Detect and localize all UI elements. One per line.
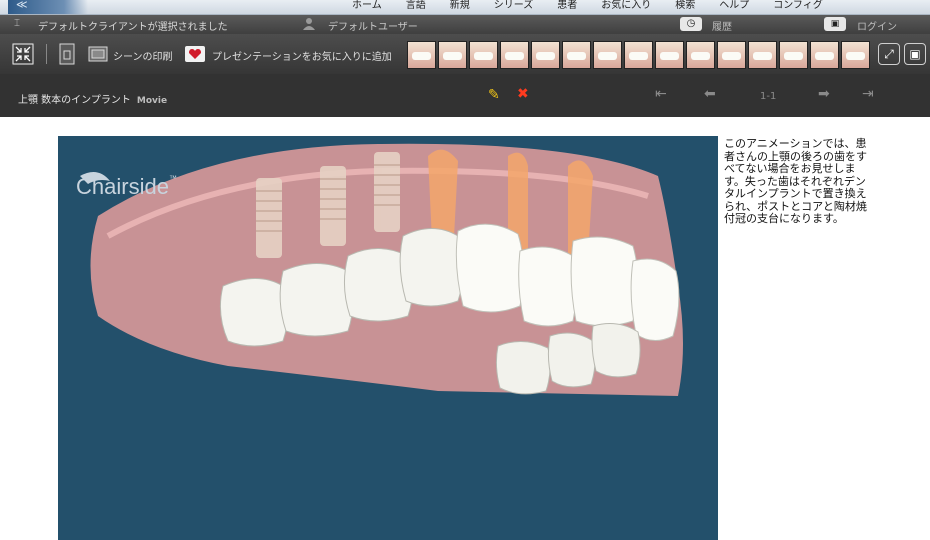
client-status: デフォルトクライアントが選択されました xyxy=(38,22,228,33)
scene-thumbnail[interactable] xyxy=(841,41,870,69)
user-icon xyxy=(303,18,315,30)
app-logo[interactable]: ≪ xyxy=(8,0,88,14)
scene-thumbnail[interactable] xyxy=(562,41,591,69)
heart-icon[interactable] xyxy=(185,43,205,65)
scene-thumbnail[interactable] xyxy=(748,41,777,69)
next-page-icon[interactable]: ➡ xyxy=(818,86,830,102)
document-icon[interactable] xyxy=(58,43,76,65)
presentation-title: 上顎 数本のインプラント Movie xyxy=(18,91,167,106)
print-scene-button[interactable]: シーンの印刷 xyxy=(113,48,173,63)
fit-screen-icon[interactable]: ⤢ xyxy=(878,43,900,65)
lock-icon[interactable]: ▣ xyxy=(824,17,846,31)
print-icon[interactable] xyxy=(88,43,108,65)
scene-thumbnail[interactable] xyxy=(593,41,622,69)
title-text: 上顎 数本のインプラント xyxy=(18,95,131,106)
page-indicator: 1-1 xyxy=(760,91,777,102)
scene-thumbnails xyxy=(407,41,870,69)
toolbar: シーンの印刷 プレゼンテーションをお気に入りに追加 ⤢ ▣ xyxy=(0,34,930,74)
add-to-favorites-button[interactable]: プレゼンテーションをお気に入りに追加 xyxy=(212,48,392,63)
presentation-header: 上顎 数本のインプラント Movie ✎ ✖ ⇤ ⬅ 1-1 ➡ ⇥ xyxy=(0,74,930,117)
animation-viewer[interactable]: Chairside™ xyxy=(58,136,718,540)
top-navigation: ≪ ホーム 言語 新規 シリーズ 患者 お気に入り 検索 ヘルプ コンフィグ xyxy=(0,0,930,15)
main-menu: ホーム 言語 新規 シリーズ 患者 お気に入り 検索 ヘルプ コンフィグ xyxy=(340,0,835,14)
login-link[interactable]: ログイン xyxy=(857,18,897,33)
chairside-logo: Chairside™ xyxy=(76,174,177,200)
toolbar-divider xyxy=(46,44,47,64)
animation-description: このアニメーションでは、患者さんの上顎の後ろの歯をすべてない場合をお見せします。… xyxy=(724,137,867,225)
menu-help[interactable]: ヘルプ xyxy=(707,0,761,14)
menu-search[interactable]: 検索 xyxy=(663,0,707,14)
camera-icon[interactable]: ▣ xyxy=(904,43,926,65)
menu-language[interactable]: 言語 xyxy=(394,0,438,14)
collapse-icon[interactable] xyxy=(12,43,34,65)
scene-thumbnail[interactable] xyxy=(810,41,839,69)
menu-home[interactable]: ホーム xyxy=(340,0,394,14)
brand-text: Chairside xyxy=(76,174,169,199)
last-page-icon[interactable]: ⇥ xyxy=(862,86,874,102)
media-type-label: Movie xyxy=(136,96,168,106)
history-link[interactable]: 履歴 xyxy=(712,18,732,33)
pin-icon[interactable]: ⌶ xyxy=(14,18,20,29)
first-page-icon[interactable]: ⇤ xyxy=(655,86,667,102)
menu-favorites[interactable]: お気に入り xyxy=(589,0,663,14)
scene-thumbnail[interactable] xyxy=(779,41,808,69)
clock-icon[interactable]: ◷ xyxy=(680,17,702,31)
close-icon[interactable]: ✖ xyxy=(517,86,529,102)
scene-thumbnail[interactable] xyxy=(624,41,653,69)
edit-pencil-icon[interactable]: ✎ xyxy=(488,87,500,103)
scene-thumbnail[interactable] xyxy=(686,41,715,69)
scene-thumbnail[interactable] xyxy=(655,41,684,69)
menu-series[interactable]: シリーズ xyxy=(482,0,546,14)
scene-thumbnail[interactable] xyxy=(438,41,467,69)
scene-thumbnail[interactable] xyxy=(500,41,529,69)
brand-mark: ™ xyxy=(168,174,177,183)
logo-glyph: ≪ xyxy=(16,0,28,11)
scene-thumbnail[interactable] xyxy=(717,41,746,69)
current-user[interactable]: デフォルトユーザー xyxy=(328,18,418,33)
previous-page-icon[interactable]: ⬅ xyxy=(704,86,716,102)
menu-patient[interactable]: 患者 xyxy=(545,0,589,14)
menu-new[interactable]: 新規 xyxy=(438,0,482,14)
scene-thumbnail[interactable] xyxy=(531,41,560,69)
scene-thumbnail[interactable] xyxy=(469,41,498,69)
scene-thumbnail[interactable] xyxy=(407,41,436,69)
status-bar: ⌶ デフォルトクライアントが選択されました デフォルトユーザー ◷ 履歴 ▣ ロ… xyxy=(0,15,930,34)
menu-config[interactable]: コンフィグ xyxy=(761,0,835,14)
